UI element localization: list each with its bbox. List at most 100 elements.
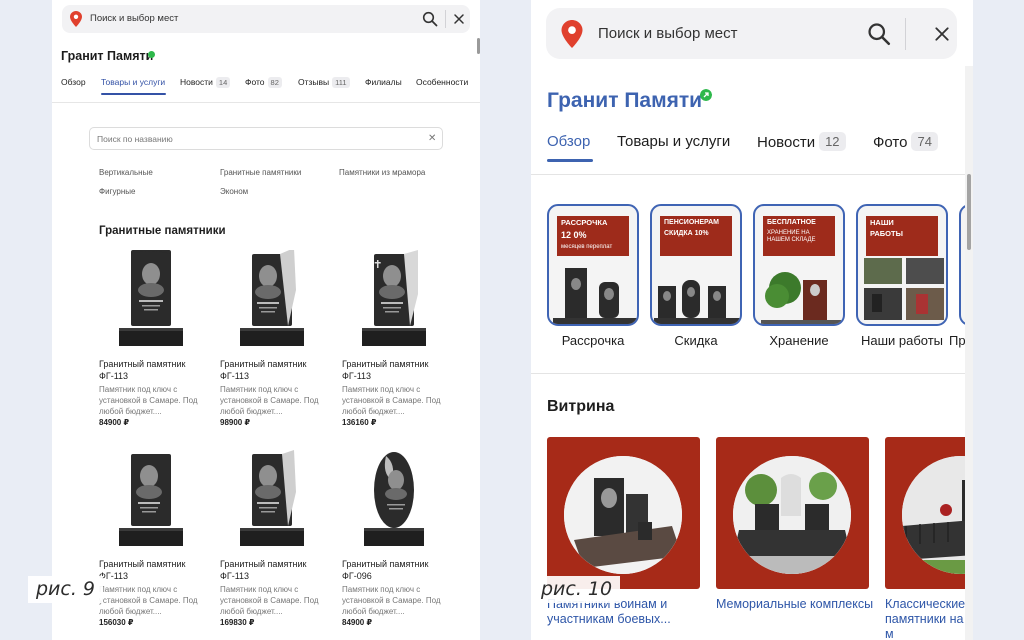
product-description: Памятник под ключ с установкой в Самаре.…: [220, 385, 319, 416]
verified-icon: [148, 51, 155, 58]
close-icon[interactable]: [934, 26, 950, 42]
product-description: Памятник под ключ с установкой в Самаре.…: [99, 385, 198, 416]
tab-count: 111: [332, 77, 350, 88]
active-tab-indicator: [101, 93, 166, 95]
search-divider: [905, 18, 906, 50]
filter-placeholder[interactable]: Поиск по названию: [97, 134, 173, 144]
monument-illustration: [553, 268, 637, 324]
search-divider: [445, 10, 446, 28]
promo-text: РАБОТЫ: [870, 229, 903, 238]
story-label[interactable]: Хранение: [747, 333, 851, 348]
showcase-image: [564, 456, 682, 574]
product-description: Памятник под ключ с установкой в Самаре.…: [342, 385, 441, 416]
scrollbar[interactable]: [965, 66, 973, 640]
category-link[interactable]: Эконом: [220, 187, 248, 196]
tab-goods-services[interactable]: Товары и услуги: [617, 133, 730, 150]
promo-text: месяцев переплат: [561, 244, 613, 250]
scrollbar-thumb[interactable]: [967, 174, 971, 250]
org-title[interactable]: Гранит Памяти: [61, 49, 153, 63]
verified-icon: [700, 89, 712, 101]
tab-count: 74: [911, 132, 938, 151]
tab-goods-services[interactable]: Товары и услуги: [101, 77, 165, 87]
close-icon[interactable]: [452, 12, 466, 26]
tab-overview[interactable]: Обзор: [61, 77, 86, 87]
search-placeholder[interactable]: Поиск и выбор мест: [598, 25, 738, 42]
monument-illustration: [864, 258, 944, 320]
story-label[interactable]: Рассрочка: [541, 333, 645, 348]
showcase-label[interactable]: Мемориальные комплексы: [716, 597, 876, 612]
showcase-card[interactable]: [547, 437, 700, 589]
active-tab-indicator: [547, 159, 593, 162]
monument-illustration: [654, 280, 740, 324]
tab-overview[interactable]: Обзор: [547, 133, 590, 150]
product-card[interactable]: Гранитный памятник ФГ-113 Памятник под к…: [99, 250, 209, 440]
product-name[interactable]: Гранитный памятник ФГ-113: [99, 358, 199, 382]
tab-reviews[interactable]: Отзывы 111: [298, 77, 350, 88]
divider: [52, 102, 480, 103]
promo-text: 12 0%: [561, 230, 587, 240]
tab-news[interactable]: Новости 12: [757, 132, 846, 152]
story-card[interactable]: РАССРОЧКА 12 0% месяцев переплат: [547, 204, 639, 326]
story-label[interactable]: Скидка: [644, 333, 748, 348]
product-card[interactable]: Гранитный памятник ФГ-113 Памятник под к…: [220, 450, 330, 640]
product-card[interactable]: Гранитный памятник ФГ-096 Памятник под к…: [342, 450, 452, 640]
product-image: [362, 250, 426, 346]
product-card[interactable]: Гранитный памятник ФГ-113 Памятник под к…: [99, 450, 209, 640]
category-link[interactable]: Гранитные памятники: [220, 168, 301, 177]
product-name[interactable]: Гранитный памятник ФГ-113: [220, 358, 320, 382]
map-pin-icon: [561, 20, 583, 48]
search-icon[interactable]: [422, 11, 438, 27]
clear-icon[interactable]: ✕: [428, 133, 436, 144]
category-link[interactable]: Вертикальные: [99, 168, 153, 177]
story-label[interactable]: Наши работы: [850, 333, 954, 348]
promo-badge: РАССРОЧКА 12 0% месяцев переплат: [557, 216, 629, 256]
product-price: 84900 ₽: [342, 618, 373, 627]
story-card[interactable]: БЕСПЛАТНОЕ ХРАНЕНИЕ НА НАШЕМ СКЛАДЕ: [753, 204, 845, 326]
divider: [531, 174, 973, 175]
product-card[interactable]: Гранитный памятник ФГ-113 Памятник под к…: [220, 250, 330, 440]
product-image: [240, 250, 304, 346]
section-title: Витрина: [547, 398, 615, 415]
filter-input[interactable]: Поиск по названию ✕: [89, 127, 443, 150]
product-name[interactable]: Гранитный памятник ФГ-113: [99, 558, 199, 582]
search-placeholder[interactable]: Поиск и выбор мест: [90, 13, 178, 24]
product-description: Памятник под ключ с установкой в Самаре.…: [220, 585, 319, 616]
tab-news[interactable]: Новости 14: [180, 77, 231, 88]
search-icon[interactable]: [867, 22, 891, 46]
showcase-image: [902, 456, 973, 574]
tab-branches[interactable]: Филиалы: [365, 77, 402, 87]
category-link[interactable]: Памятники из мрамора: [339, 168, 425, 177]
product-price: 84900 ₽: [99, 418, 130, 427]
product-name[interactable]: Гранитный памятник ФГ-113: [342, 358, 442, 382]
figure-caption: рис. 10: [533, 576, 621, 603]
product-card[interactable]: Гранитный памятник ФГ-113 Памятник под к…: [342, 250, 452, 440]
tab-photo[interactable]: Фото 74: [873, 132, 938, 152]
product-description: Памятник под ключ с установкой в Самаре.…: [99, 585, 198, 616]
story-card[interactable]: НАШИ РАБОТЫ: [856, 204, 948, 326]
search-bar[interactable]: Поиск и выбор мест: [546, 8, 957, 59]
showcase-card[interactable]: [716, 437, 869, 589]
scrollbar-thumb[interactable]: [477, 38, 480, 54]
promo-text: БЕСПЛАТНОЕ: [767, 219, 816, 226]
product-price: 136160 ₽: [342, 418, 377, 427]
search-bar[interactable]: Поиск и выбор мест: [62, 5, 470, 33]
tab-count: 82: [267, 77, 282, 88]
tab-photo[interactable]: Фото 82: [245, 77, 282, 88]
tab-features[interactable]: Особенности: [416, 77, 468, 87]
showcase-card[interactable]: [885, 437, 973, 589]
promo-text: ХРАНЕНИЕ НА НАШЕМ СКЛАДЕ: [767, 230, 816, 243]
promo-text: ПЕНСИОНЕРАМ: [664, 219, 719, 226]
org-title[interactable]: Гранит Памяти: [547, 89, 702, 113]
product-price: 98900 ₽: [220, 418, 251, 427]
product-name[interactable]: Гранитный памятник ФГ-096: [342, 558, 442, 582]
product-image: [119, 454, 183, 546]
category-link[interactable]: Фигурные: [99, 187, 135, 196]
promo-badge: ПЕНСИОНЕРАМ СКИДКА 10%: [660, 216, 732, 256]
promo-text: НАШИ: [870, 218, 894, 227]
product-image: [119, 250, 183, 346]
product-name[interactable]: Гранитный памятник ФГ-113: [220, 558, 320, 582]
showcase-label[interactable]: Классические памятники на м: [885, 597, 973, 640]
story-card[interactable]: ПЕНСИОНЕРАМ СКИДКА 10%: [650, 204, 742, 326]
tab-count: 12: [819, 132, 846, 151]
monument-illustration: [761, 272, 841, 324]
